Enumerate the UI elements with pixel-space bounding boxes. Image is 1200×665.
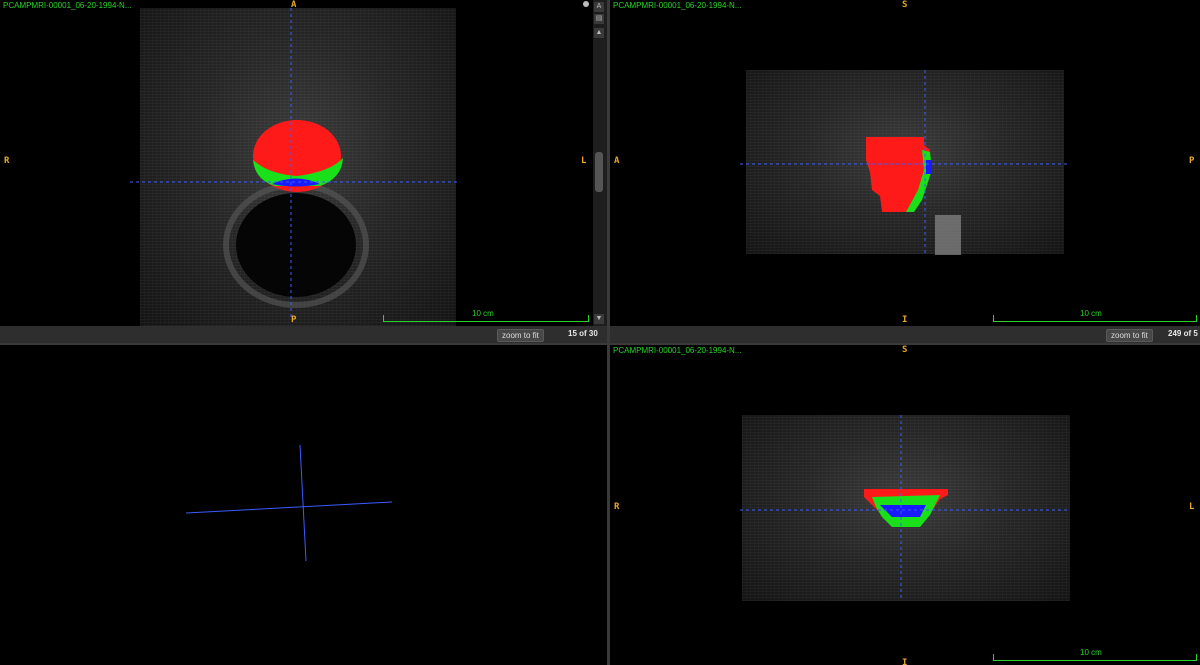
coronal-scale-label: 10 cm — [1080, 648, 1102, 657]
axial-status-bar: zoom to fit 15 of 30 — [0, 326, 607, 343]
coronal-orient-bottom: I — [902, 658, 908, 665]
scroll-down-arrow-icon[interactable]: ▼ — [594, 314, 604, 324]
sagittal-series-title: PCAMPMRI-00001_06-20-1994-N... — [613, 1, 742, 10]
axial-view[interactable]: PCAMPMRI-00001_06-20-1994-N... A P R L 1… — [0, 0, 592, 326]
sagittal-view[interactable]: PCAMPMRI-00001_06-20-1994-N... S I A P 1… — [610, 0, 1200, 326]
sagittal-slice-indicator: 249 of 5 — [1168, 329, 1198, 338]
sagittal-orient-right: P — [1189, 156, 1195, 166]
scroll-up-arrow-icon[interactable]: ▲ — [594, 28, 604, 38]
vertical-divider-top[interactable] — [607, 0, 610, 343]
axial-slice-indicator: 15 of 30 — [568, 329, 598, 338]
sagittal-overlay — [740, 70, 1070, 255]
segment-blue — [926, 160, 932, 174]
3d-crosshair-overlay — [185, 444, 393, 562]
axial-corner-dot[interactable] — [583, 1, 589, 7]
axial-scale-label: 10 cm — [472, 309, 494, 318]
axial-series-title: PCAMPMRI-00001_06-20-1994-N... — [3, 1, 132, 10]
axial-orient-top: A — [291, 0, 297, 10]
axial-orient-right: L — [581, 156, 587, 166]
coronal-orient-left: R — [614, 502, 620, 512]
scroll-layout-button[interactable]: ▤ — [594, 14, 604, 24]
sagittal-orient-top: S — [902, 0, 908, 10]
axial-zoom-to-fit-button[interactable]: zoom to fit — [497, 329, 544, 342]
3d-view[interactable] — [0, 345, 607, 665]
sagittal-status-bar: zoom to fit 249 of 5 — [610, 326, 1200, 343]
sagittal-scale-label: 10 cm — [1080, 309, 1102, 318]
axial-orient-left: R — [4, 156, 10, 166]
coronal-orient-top: S — [902, 345, 908, 355]
scroll-thumb[interactable] — [595, 152, 603, 192]
coronal-view[interactable]: PCAMPMRI-00001_06-20-1994-N... S I R L 1… — [610, 345, 1200, 665]
sagittal-orient-bottom: I — [902, 315, 908, 325]
axial-scrollbar[interactable]: A ▤ ▲ ▼ — [593, 0, 607, 326]
coronal-overlay — [740, 415, 1068, 601]
sagittal-orient-left: A — [614, 156, 620, 166]
scroll-a-button[interactable]: A — [594, 2, 604, 12]
coronal-series-title: PCAMPMRI-00001_06-20-1994-N... — [613, 346, 742, 355]
axial-overlay — [130, 8, 458, 318]
sagittal-zoom-to-fit-button[interactable]: zoom to fit — [1106, 329, 1153, 342]
coronal-orient-right: L — [1189, 502, 1195, 512]
axial-orient-bottom: P — [291, 315, 297, 325]
